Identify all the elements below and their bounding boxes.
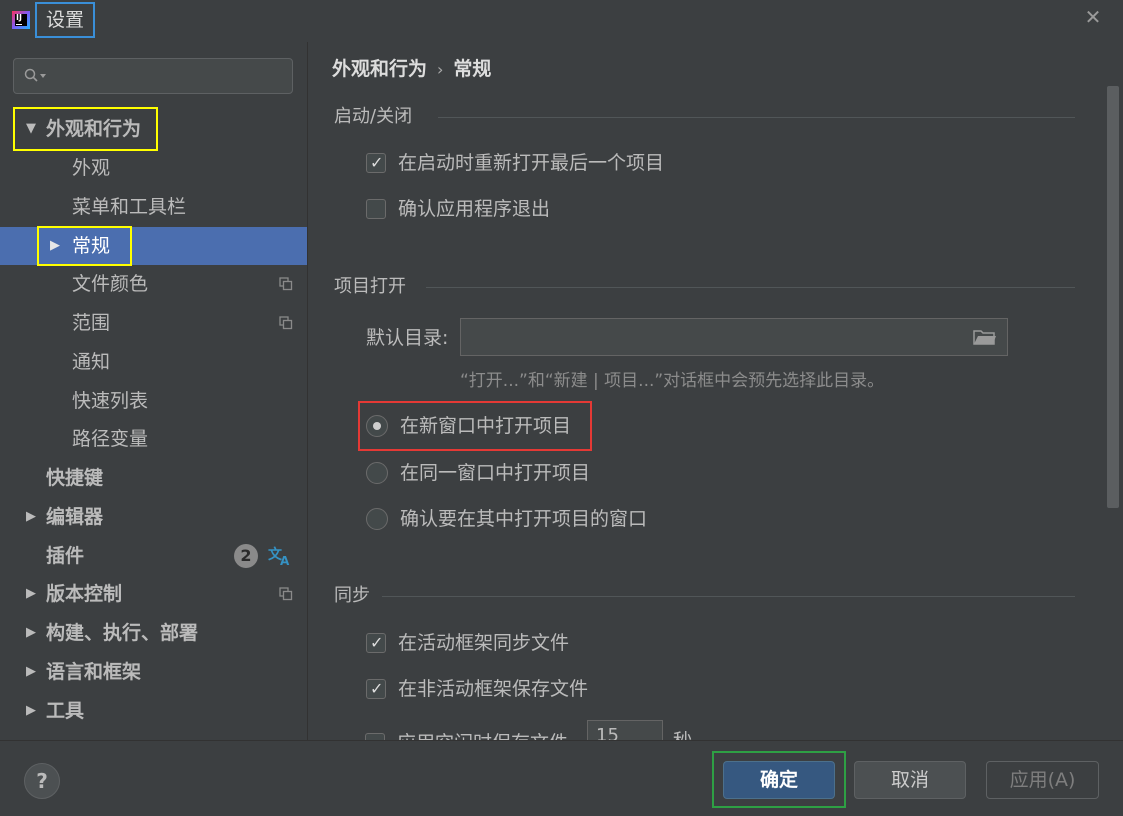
sidebar-item-label: 插件 bbox=[46, 545, 85, 567]
sidebar-item-label: 外观 bbox=[72, 157, 111, 179]
intellij-logo-icon: IJ bbox=[12, 11, 30, 29]
sidebar-item-plugins[interactable]: 插件 2 文 A bbox=[0, 537, 307, 575]
checkbox-unchecked[interactable] bbox=[366, 199, 386, 219]
section-title-project-open: 项目打开 bbox=[334, 276, 406, 297]
help-button[interactable]: ? bbox=[24, 763, 60, 799]
radio-label: 确认要在其中打开项目的窗口 bbox=[400, 508, 648, 530]
sidebar-item-languages-frameworks[interactable]: ▶ 语言和框架 bbox=[0, 653, 307, 691]
close-icon[interactable]: ✕ bbox=[1082, 6, 1104, 28]
checkbox-label: 在启动时重新打开最后一个项目 bbox=[398, 152, 665, 174]
copy-icon bbox=[279, 277, 293, 291]
copy-icon bbox=[279, 587, 293, 601]
radio-unselected[interactable] bbox=[366, 462, 388, 484]
checkbox-label: 在非活动框架保存文件 bbox=[398, 678, 589, 700]
search-icon bbox=[24, 68, 38, 82]
checkbox-checked[interactable]: ✓ bbox=[366, 633, 386, 653]
checkbox-unchecked[interactable] bbox=[365, 733, 385, 740]
default-directory-hint: “打开...”和“新建 | 项目...”对话框中会预先选择此目录。 bbox=[460, 371, 885, 391]
checkmark-icon: ✓ bbox=[370, 153, 384, 172]
default-directory-field[interactable] bbox=[460, 318, 1008, 356]
checkbox-label: 确认应用程序退出 bbox=[398, 198, 551, 220]
sidebar-item-quick-lists[interactable]: 快速列表 bbox=[0, 382, 307, 420]
sidebar-item-path-variables[interactable]: 路径变量 bbox=[0, 420, 307, 458]
breadcrumb-current: 常规 bbox=[453, 58, 492, 80]
folder-icon[interactable] bbox=[973, 328, 997, 346]
chevron-down-icon bbox=[40, 74, 46, 78]
breadcrumb-separator-icon: › bbox=[437, 60, 444, 79]
sidebar-item-label: 版本控制 bbox=[46, 583, 123, 605]
sidebar-item-label: 通知 bbox=[72, 351, 111, 373]
sidebar-item-build-execution-deployment[interactable]: ▶ 构建、执行、部署 bbox=[0, 614, 307, 652]
radio-label: 在同一窗口中打开项目 bbox=[400, 462, 591, 484]
sidebar-item-label: 范围 bbox=[72, 312, 111, 334]
divider bbox=[426, 287, 1075, 288]
settings-sidebar: ▼ 外观和行为 外观 菜单和工具栏 ▶ 常规 文件颜色 范围 通知 快速列表 路… bbox=[0, 42, 307, 740]
breadcrumb: 外观和行为 › 常规 bbox=[332, 54, 491, 84]
section-title-sync: 同步 bbox=[334, 585, 370, 606]
sidebar-item-file-colors[interactable]: 文件颜色 bbox=[0, 265, 307, 303]
default-directory-label: 默认目录: bbox=[366, 327, 449, 349]
sidebar-item-tools[interactable]: ▶ 工具 bbox=[0, 692, 307, 730]
plugin-update-count-badge: 2 bbox=[234, 544, 258, 568]
sidebar-item-label: 快捷键 bbox=[46, 467, 104, 489]
checkbox-checked[interactable]: ✓ bbox=[366, 679, 386, 699]
section-title-startup: 启动/关闭 bbox=[334, 106, 413, 127]
checkmark-icon: ✓ bbox=[370, 633, 384, 652]
breadcrumb-parent[interactable]: 外观和行为 bbox=[332, 58, 427, 80]
dialog-footer: ? 确定 取消 应用(A) bbox=[0, 740, 1123, 816]
translate-icon: 文 A bbox=[268, 546, 290, 567]
window-title: 设置 bbox=[35, 2, 95, 38]
copy-icon bbox=[279, 316, 293, 330]
sidebar-item-notifications[interactable]: 通知 bbox=[0, 343, 307, 381]
sidebar-item-keymap[interactable]: 快捷键 bbox=[0, 459, 307, 497]
idle-seconds-unit: 秒 bbox=[673, 726, 692, 740]
sidebar-item-label: 菜单和工具栏 bbox=[72, 196, 187, 218]
sidebar-item-version-control[interactable]: ▶ 版本控制 bbox=[0, 575, 307, 613]
cancel-button[interactable]: 取消 bbox=[854, 761, 966, 799]
chevron-right-icon[interactable]: ▶ bbox=[24, 692, 38, 730]
sidebar-item-menus-toolbars[interactable]: 菜单和工具栏 bbox=[0, 188, 307, 226]
divider bbox=[438, 117, 1075, 118]
chevron-right-icon[interactable]: ▶ bbox=[24, 653, 38, 691]
sidebar-item-label: 编辑器 bbox=[46, 506, 104, 528]
highlight-box bbox=[13, 107, 158, 151]
radio-unselected[interactable] bbox=[366, 508, 388, 530]
checkbox-label: 在活动框架同步文件 bbox=[398, 632, 570, 654]
sidebar-item-label: 快速列表 bbox=[72, 390, 149, 412]
save-when-idle-row-clip: 应用空闲时保存文件 15 秒 bbox=[307, 718, 1107, 740]
highlight-box bbox=[712, 751, 846, 808]
search-input[interactable] bbox=[50, 65, 289, 89]
checkbox-checked[interactable]: ✓ bbox=[366, 153, 386, 173]
chevron-right-icon[interactable]: ▶ bbox=[24, 498, 38, 536]
vertical-scrollbar[interactable] bbox=[1107, 86, 1119, 508]
checkmark-icon: ✓ bbox=[370, 679, 384, 698]
sidebar-item-editor[interactable]: ▶ 编辑器 bbox=[0, 498, 307, 536]
title-bar: IJ 设置 ✕ bbox=[0, 0, 1123, 42]
sidebar-item-label: 工具 bbox=[46, 700, 85, 722]
checkbox-label: 应用空闲时保存文件 bbox=[397, 730, 568, 740]
sidebar-item-scopes[interactable]: 范围 bbox=[0, 304, 307, 342]
search-box[interactable] bbox=[13, 58, 293, 94]
svg-text:A: A bbox=[280, 554, 290, 567]
sidebar-item-label: 路径变量 bbox=[72, 428, 149, 450]
divider bbox=[382, 596, 1075, 597]
idle-seconds-input[interactable]: 15 bbox=[587, 720, 663, 740]
sidebar-item-label: 文件颜色 bbox=[72, 273, 149, 295]
apply-button[interactable]: 应用(A) bbox=[986, 761, 1099, 799]
chevron-right-icon[interactable]: ▶ bbox=[24, 575, 38, 613]
highlight-box bbox=[37, 226, 132, 266]
sidebar-item-label: 语言和框架 bbox=[46, 661, 142, 683]
sidebar-item-label: 构建、执行、部署 bbox=[46, 622, 199, 644]
settings-content: 外观和行为 › 常规 启动/关闭 ✓ 在启动时重新打开最后一个项目 确认应用程序退出… bbox=[307, 42, 1123, 740]
chevron-right-icon[interactable]: ▶ bbox=[24, 614, 38, 652]
highlight-box bbox=[358, 401, 592, 451]
sidebar-item-appearance[interactable]: 外观 bbox=[0, 149, 307, 187]
